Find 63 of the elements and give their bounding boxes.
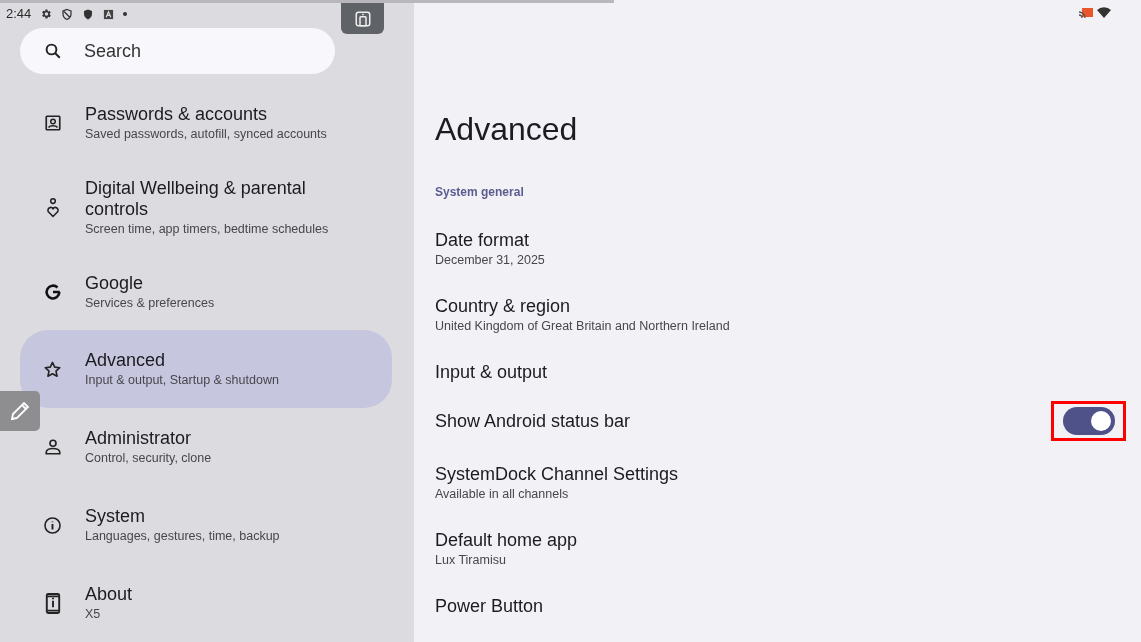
setting-row[interactable]: Show Android status bar xyxy=(435,396,1141,446)
settings-category[interactable]: Google Services & preferences xyxy=(20,254,392,330)
setting-title: Date format xyxy=(435,229,531,251)
category-title: Digital Wellbeing & parental controls xyxy=(85,178,307,220)
person-icon xyxy=(43,438,62,456)
settings-category[interactable]: Advanced Input & output, Startup & shutdown xyxy=(20,330,392,408)
category-subtitle: X5 xyxy=(85,605,102,623)
settings-category[interactable]: System Languages, gestures, time, backup xyxy=(20,486,392,564)
category-title: Administrator xyxy=(85,427,193,449)
letter-box-icon xyxy=(103,8,115,20)
setting-subtitle: Lux Tiramisu xyxy=(435,552,507,569)
phone-frame-icon xyxy=(353,9,372,28)
wifi-icon xyxy=(1097,7,1111,18)
setting-title: Show Android status bar xyxy=(435,410,632,432)
setting-row[interactable]: SystemDock Channel Settings Available in all channels xyxy=(435,450,1141,516)
category-subtitle: Services & preferences xyxy=(85,294,216,312)
settings-category[interactable]: Administrator Control, security, clone xyxy=(20,408,392,486)
settings-category[interactable]: Digital Wellbeing & parental controls Screen time, app timers, bedtime schedules xyxy=(20,162,392,254)
setting-subtitle: Available in all channels xyxy=(435,486,570,503)
setting-subtitle: December 31, 2025 xyxy=(435,252,546,269)
info-icon xyxy=(43,515,62,535)
category-subtitle: Saved passwords, autofill, synced accounts xyxy=(85,125,328,143)
search-field[interactable]: Search xyxy=(20,28,335,74)
setting-row[interactable]: Default home app Lux Tiramisu xyxy=(435,516,1141,582)
account-box-icon xyxy=(43,114,62,132)
category-title: Passwords & accounts xyxy=(85,103,269,125)
phone-info-icon xyxy=(44,592,61,614)
settings-category[interactable]: Passwords & accounts Saved passwords, autofill, synced accounts xyxy=(20,84,392,162)
toggle-switch[interactable] xyxy=(1062,407,1115,435)
category-title: Google xyxy=(85,272,145,294)
category-title: About xyxy=(85,583,134,605)
setting-title: Input & output xyxy=(435,361,549,383)
setting-row[interactable]: Country & region United Kingdom of Great Britain and Northern Ireland xyxy=(435,282,1141,348)
shield-icon xyxy=(82,7,95,21)
dot-icon xyxy=(123,12,128,16)
search-icon xyxy=(44,42,62,60)
setting-title: Default home app xyxy=(435,529,579,551)
settings-category[interactable]: About X5 xyxy=(20,564,392,642)
setting-title: Power Button xyxy=(435,595,545,617)
gear-icon xyxy=(40,8,53,20)
screenshot-button[interactable] xyxy=(341,3,384,34)
shield-icon xyxy=(61,7,74,21)
status-time: 2:44 xyxy=(6,5,32,24)
category-title: System xyxy=(85,505,146,527)
category-subtitle: Screen time, app timers, bedtime schedules xyxy=(85,221,330,238)
setting-row[interactable]: Date format December 31, 2025 xyxy=(435,216,1141,282)
setting-title: SystemDock Channel Settings xyxy=(435,463,680,485)
edit-button[interactable] xyxy=(0,391,40,431)
page-title: Advanced xyxy=(435,110,579,148)
star-icon xyxy=(43,359,62,379)
setting-row[interactable]: Input & output xyxy=(435,348,1141,396)
setting-row[interactable]: Power Button xyxy=(435,582,1141,630)
category-subtitle: Languages, gestures, time, backup xyxy=(85,527,281,545)
setting-subtitle: United Kingdom of Great Britain and Northern Ireland xyxy=(435,318,731,335)
category-subtitle: Control, security, clone xyxy=(85,449,213,467)
letter-g-icon xyxy=(43,283,62,301)
category-title: Advanced xyxy=(85,349,167,371)
category-subtitle: Input & output, Startup & shutdown xyxy=(85,371,280,389)
cast-icon xyxy=(1079,8,1093,19)
setting-title: Country & region xyxy=(435,295,572,317)
section-header: System general xyxy=(435,184,525,200)
pencil-icon xyxy=(8,399,32,423)
heart-person-icon xyxy=(44,198,61,218)
